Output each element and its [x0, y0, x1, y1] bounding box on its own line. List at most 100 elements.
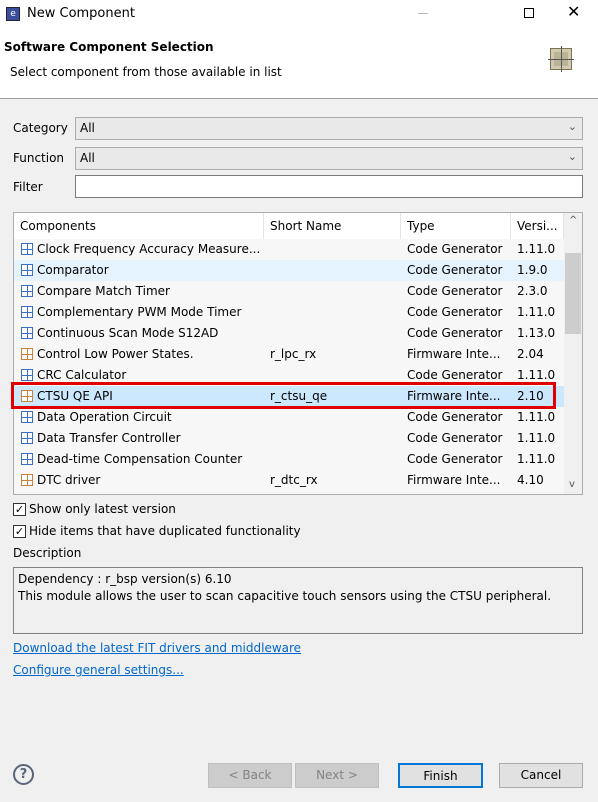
filter-label: Filter [13, 180, 43, 194]
next-button[interactable]: Next > [295, 763, 379, 788]
table-row[interactable]: Continuous Scan Mode S12AD Code Generato… [14, 323, 564, 344]
window-title: New Component [27, 6, 135, 21]
table-row[interactable]: Complementary PWM Mode Timer Code Genera… [14, 302, 564, 323]
table-row[interactable]: Control Low Power States. r_lpc_rx Firmw… [14, 344, 564, 365]
component-name: Data Transfer Controller [37, 431, 181, 445]
component-name: Continuous Scan Mode S12AD [37, 326, 219, 340]
component-icon [21, 243, 33, 255]
component-name: DTC driver [37, 473, 101, 487]
close-button[interactable]: ✕ [567, 2, 580, 21]
selection-highlight-box [11, 382, 556, 409]
type: Code Generator [407, 410, 503, 424]
version: 1.11.0 [517, 305, 556, 319]
cancel-button[interactable]: Cancel [499, 763, 583, 788]
description-line-1: Dependency : r_bsp version(s) 6.10 [18, 572, 232, 586]
type: Code Generator [407, 431, 503, 445]
maximize-button[interactable] [524, 8, 534, 18]
component-icon [21, 264, 33, 276]
component-icon [21, 327, 33, 339]
version: 1.11.0 [517, 452, 556, 466]
function-label: Function [13, 151, 65, 165]
finish-button[interactable]: Finish [398, 763, 483, 788]
component-name: Compare Match Timer [37, 284, 170, 298]
minimize-button[interactable] [418, 13, 428, 14]
table-row[interactable]: Dead-time Compensation Counter Code Gene… [14, 449, 564, 470]
table-row[interactable]: Compare Match Timer Code Generator 2.3.0 [14, 281, 564, 302]
short-name: r_lpc_rx [270, 347, 317, 361]
column-header-version[interactable]: Versi... [511, 213, 564, 239]
download-link[interactable]: Download the latest FIT drivers and midd… [13, 641, 301, 655]
help-icon[interactable]: ? [13, 764, 34, 785]
component-icon [21, 285, 33, 297]
component-icon [21, 453, 33, 465]
table-row[interactable]: Data Operation Circuit Code Generator 1.… [14, 407, 564, 428]
component-name: Control Low Power States. [37, 347, 194, 361]
function-value: All [80, 151, 95, 165]
description-textarea[interactable]: Dependency : r_bsp version(s) 6.10 This … [13, 567, 583, 634]
sort-ascending-icon: ^ [134, 212, 143, 220]
type: Code Generator [407, 305, 503, 319]
table-row[interactable]: Comparator Code Generator 1.9.0 [14, 260, 564, 281]
show-latest-checkbox[interactable]: ✓ [13, 503, 26, 516]
version: 1.13.0 [517, 326, 556, 340]
category-select[interactable]: All ⌄ [75, 117, 583, 140]
table-scrollbar[interactable]: ^ v [564, 213, 582, 494]
page-title: Software Component Selection [4, 40, 214, 54]
component-icon [21, 411, 33, 423]
type: Code Generator [407, 263, 503, 277]
description-label: Description [13, 546, 82, 560]
component-name: Complementary PWM Mode Timer [37, 305, 242, 319]
component-icon [21, 348, 33, 360]
table-row[interactable]: Clock Frequency Accuracy Measure... Code… [14, 239, 564, 260]
version: 1.9.0 [517, 263, 548, 277]
category-value: All [80, 121, 95, 135]
type: Firmware Inte... [407, 347, 501, 361]
component-icon [548, 46, 574, 72]
component-icon [21, 306, 33, 318]
configure-link[interactable]: Configure general settings... [13, 663, 184, 677]
filter-input[interactable] [75, 175, 583, 198]
show-latest-label: Show only latest version [29, 502, 176, 516]
short-name: r_dtc_rx [270, 473, 318, 487]
version: 1.11.0 [517, 410, 556, 424]
type: Code Generator [407, 452, 503, 466]
version: 1.11.0 [517, 431, 556, 445]
wizard-header: Software Component Selection Select comp… [0, 28, 598, 99]
version: 1.11.0 [517, 242, 556, 256]
page-subtitle: Select component from those available in… [10, 65, 282, 79]
function-select[interactable]: All ⌄ [75, 147, 583, 170]
component-icon [21, 432, 33, 444]
type: Code Generator [407, 326, 503, 340]
app-icon: e [6, 7, 20, 21]
component-name: Data Operation Circuit [37, 410, 172, 424]
version: 1.11.0 [517, 368, 556, 382]
table-row[interactable]: DTC driver r_dtc_rx Firmware Inte... 4.1… [14, 470, 564, 491]
chevron-down-icon: ⌄ [567, 120, 577, 133]
chevron-down-icon: ⌄ [567, 150, 577, 163]
type: Firmware Inte... [407, 473, 501, 487]
description-line-2: This module allows the user to scan capa… [18, 589, 552, 603]
type: Code Generator [407, 368, 503, 382]
type: Code Generator [407, 242, 503, 256]
table-row[interactable]: Data Transfer Controller Code Generator … [14, 428, 564, 449]
category-label: Category [13, 121, 68, 135]
scrollbar-thumb[interactable] [565, 253, 581, 334]
title-bar: e New Component ✕ [0, 0, 598, 28]
column-header-short-name[interactable]: Short Name [264, 213, 401, 239]
component-name: Dead-time Compensation Counter [37, 452, 243, 466]
component-icon [21, 474, 33, 486]
hide-duplicates-label: Hide items that have duplicated function… [29, 524, 301, 538]
type: Code Generator [407, 284, 503, 298]
component-name: Comparator [37, 263, 109, 277]
back-button[interactable]: < Back [208, 763, 292, 788]
version: 4.10 [517, 473, 544, 487]
component-name: Clock Frequency Accuracy Measure... [37, 242, 261, 256]
column-header-type[interactable]: Type [401, 213, 511, 239]
version: 2.3.0 [517, 284, 548, 298]
column-header-components[interactable]: Components ^ [14, 213, 264, 239]
component-name: CRC Calculator [37, 368, 127, 382]
component-icon [21, 369, 33, 381]
version: 2.04 [517, 347, 544, 361]
components-table: Components ^ Short Name Type Versi... Clo… [13, 212, 583, 495]
hide-duplicates-checkbox[interactable]: ✓ [13, 525, 26, 538]
